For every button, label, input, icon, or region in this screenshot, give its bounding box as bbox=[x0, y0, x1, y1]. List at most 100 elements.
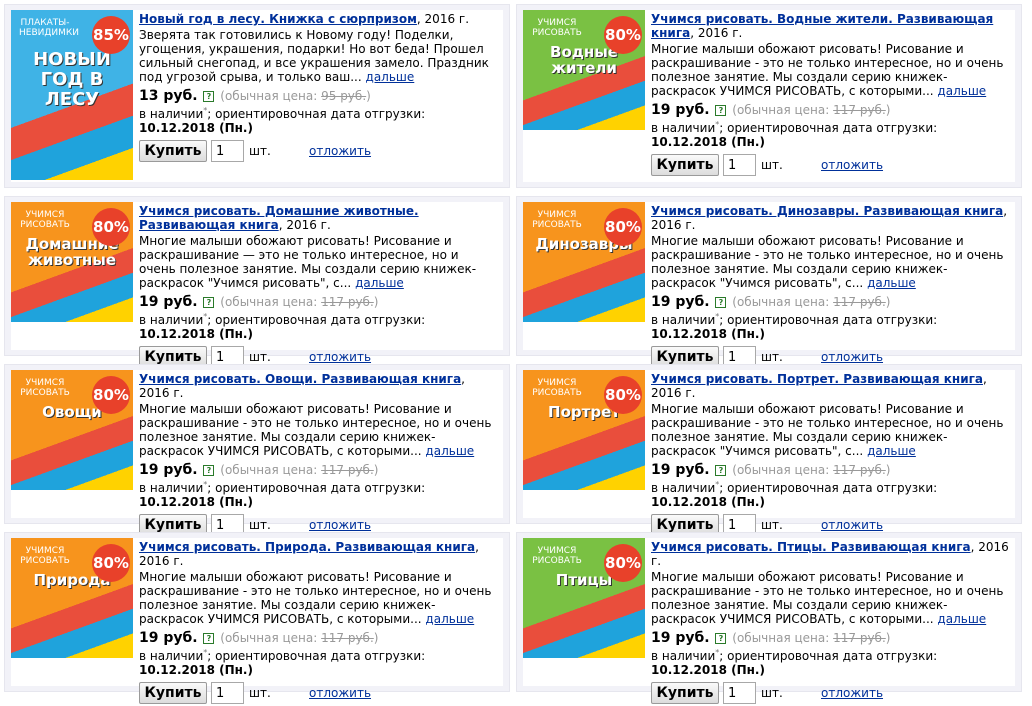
availability: в наличии*; ориентировочная дата отгрузк… bbox=[651, 480, 938, 509]
pcs-label: шт. bbox=[249, 144, 271, 158]
cover-series-label: УЧИМСЯ РИСОВАТЬ bbox=[532, 546, 582, 566]
quantity-input[interactable] bbox=[723, 154, 756, 176]
product-card-8: УЧИМСЯ РИСОВАТЬ Птицы 80% Учимся рисоват… bbox=[516, 532, 1022, 704]
old-price: (обычная цена: 117 руб.) bbox=[220, 463, 379, 477]
product-title-link[interactable]: Учимся рисовать. Овощи. Развивающая книг… bbox=[139, 372, 461, 386]
current-price: 19 руб. bbox=[651, 102, 710, 118]
pcs-label: шт. bbox=[761, 518, 783, 532]
product-description: Зверята так готовились к Новому году! По… bbox=[139, 28, 489, 84]
product-year: , 2016 г. bbox=[278, 218, 331, 232]
buy-button[interactable]: Купить bbox=[651, 682, 719, 704]
more-link[interactable]: дальше bbox=[937, 84, 986, 98]
price-help-icon[interactable]: ? bbox=[203, 465, 215, 476]
book-cover-image[interactable]: УЧИМСЯ РИСОВАТЬ Овощи 80% bbox=[11, 370, 133, 490]
price-help-icon[interactable]: ? bbox=[715, 633, 727, 644]
product-description: Многие малыши обожают рисовать! Рисовани… bbox=[139, 402, 492, 458]
cover-title: НОВЫЙ ГОД В ЛЕСУ bbox=[33, 49, 111, 110]
buy-button[interactable]: Купить bbox=[139, 140, 207, 162]
defer-link[interactable]: отложить bbox=[309, 518, 371, 532]
shipping-date: 10.12.2018 (Пн.) bbox=[139, 121, 253, 135]
availability: в наличии*; ориентировочная дата отгрузк… bbox=[651, 312, 938, 341]
defer-link[interactable]: отложить bbox=[821, 686, 883, 700]
old-price: (обычная цена: 117 руб.) bbox=[732, 631, 891, 645]
shipping-date: 10.12.2018 (Пн.) bbox=[651, 663, 765, 677]
shipping-date: 10.12.2018 (Пн.) bbox=[651, 495, 765, 509]
book-cover-image[interactable]: УЧИМСЯ РИСОВАТЬ Портрет 80% bbox=[523, 370, 645, 490]
more-link[interactable]: дальше bbox=[425, 612, 474, 626]
product-description: Многие малыши обожают рисовать! Рисовани… bbox=[651, 570, 1004, 626]
book-cover-image[interactable]: УЧИМСЯ РИСОВАТЬ Динозавры 80% bbox=[523, 202, 645, 322]
price-help-icon[interactable]: ? bbox=[715, 105, 727, 116]
availability: в наличии*; ориентировочная дата отгрузк… bbox=[139, 106, 426, 135]
product-card-4: УЧИМСЯ РИСОВАТЬ Динозавры 80% Учимся рис… bbox=[516, 196, 1022, 368]
book-cover-image[interactable]: ПЛАКАТЫ-НЕВИДИМКИ НОВЫЙ ГОД В ЛЕСУ 85% bbox=[11, 10, 133, 180]
quantity-input[interactable] bbox=[723, 682, 756, 704]
defer-link[interactable]: отложить bbox=[821, 158, 883, 172]
old-price: (обычная цена: 117 руб.) bbox=[732, 463, 891, 477]
shipping-date: 10.12.2018 (Пн.) bbox=[139, 327, 253, 341]
buy-button[interactable]: Купить bbox=[139, 682, 207, 704]
current-price: 19 руб. bbox=[139, 294, 198, 310]
price-help-icon[interactable]: ? bbox=[203, 297, 215, 308]
product-title-link[interactable]: Учимся рисовать. Портрет. Развивающая кн… bbox=[651, 372, 983, 386]
product-description: Многие малыши обожают рисовать! Рисовани… bbox=[651, 234, 1004, 290]
discount-badge: 85% bbox=[92, 16, 130, 54]
quantity-input[interactable] bbox=[211, 682, 244, 704]
product-year: , 2016 г. bbox=[416, 12, 470, 26]
defer-link[interactable]: отложить bbox=[821, 518, 883, 532]
old-price: (обычная цена: 117 руб.) bbox=[220, 631, 379, 645]
product-card-5: УЧИМСЯ РИСОВАТЬ Овощи 80% Учимся рисоват… bbox=[4, 364, 510, 536]
shipping-date: 10.12.2018 (Пн.) bbox=[139, 663, 253, 677]
current-price: 13 руб. bbox=[139, 88, 198, 104]
product-card-2: УЧИМСЯ РИСОВАТЬ Водные жители 80% Учимся… bbox=[516, 4, 1022, 188]
quantity-input[interactable] bbox=[211, 140, 244, 162]
cover-series-label: УЧИМСЯ РИСОВАТЬ bbox=[20, 546, 70, 566]
more-link[interactable]: дальше bbox=[355, 276, 404, 290]
product-card-1: ПЛАКАТЫ-НЕВИДИМКИ НОВЫЙ ГОД В ЛЕСУ 85% Н… bbox=[4, 4, 510, 188]
product-title-link[interactable]: Новый год в лесу. Книжка с сюрпризом bbox=[139, 12, 417, 26]
product-title-link[interactable]: Учимся рисовать. Динозавры. Развивающая … bbox=[651, 204, 1003, 218]
discount-badge: 80% bbox=[92, 376, 130, 414]
book-cover-image[interactable]: УЧИМСЯ РИСОВАТЬ Водные жители 80% bbox=[523, 10, 645, 130]
price-help-icon[interactable]: ? bbox=[203, 633, 215, 644]
product-title-link[interactable]: Учимся рисовать. Птицы. Развивающая книг… bbox=[651, 540, 971, 554]
book-cover-image[interactable]: УЧИМСЯ РИСОВАТЬ Домашние животные 80% bbox=[11, 202, 133, 322]
pcs-label: шт. bbox=[761, 350, 783, 364]
pcs-label: шт. bbox=[761, 158, 783, 172]
defer-link[interactable]: отложить bbox=[309, 686, 371, 700]
book-cover-image[interactable]: УЧИМСЯ РИСОВАТЬ Природа 80% bbox=[11, 538, 133, 658]
price-help-icon[interactable]: ? bbox=[715, 465, 727, 476]
cover-series-label: УЧИМСЯ РИСОВАТЬ bbox=[20, 378, 70, 398]
defer-link[interactable]: отложить bbox=[309, 144, 371, 158]
discount-badge: 80% bbox=[92, 208, 130, 246]
cover-series-label: УЧИМСЯ РИСОВАТЬ bbox=[532, 210, 582, 230]
price-help-icon[interactable]: ? bbox=[203, 91, 215, 102]
current-price: 19 руб. bbox=[139, 630, 198, 646]
product-description: Многие малыши обожают рисовать! Рисовани… bbox=[651, 402, 1004, 458]
shipping-date: 10.12.2018 (Пн.) bbox=[139, 495, 253, 509]
product-description: Многие малыши обожают рисовать! Рисовани… bbox=[139, 570, 492, 626]
more-link[interactable]: дальше bbox=[425, 444, 474, 458]
product-description: Многие малыши обожают рисовать! Рисовани… bbox=[651, 42, 1004, 98]
pcs-label: шт. bbox=[249, 686, 271, 700]
more-link[interactable]: дальше bbox=[867, 276, 916, 290]
more-link[interactable]: дальше bbox=[867, 444, 916, 458]
current-price: 19 руб. bbox=[651, 462, 710, 478]
book-cover-image[interactable]: УЧИМСЯ РИСОВАТЬ Птицы 80% bbox=[523, 538, 645, 658]
more-link[interactable]: дальше bbox=[366, 70, 415, 84]
discount-badge: 80% bbox=[604, 544, 642, 582]
product-title-link[interactable]: Учимся рисовать. Природа. Развивающая кн… bbox=[139, 540, 475, 554]
old-price: (обычная цена: 117 руб.) bbox=[220, 295, 379, 309]
price-help-icon[interactable]: ? bbox=[715, 297, 727, 308]
pcs-label: шт. bbox=[761, 686, 783, 700]
product-year: , 2016 г. bbox=[690, 26, 743, 40]
pcs-label: шт. bbox=[249, 518, 271, 532]
defer-link[interactable]: отложить bbox=[309, 350, 371, 364]
more-link[interactable]: дальше bbox=[937, 612, 986, 626]
defer-link[interactable]: отложить bbox=[821, 350, 883, 364]
current-price: 19 руб. bbox=[651, 294, 710, 310]
buy-button[interactable]: Купить bbox=[651, 154, 719, 176]
discount-badge: 80% bbox=[92, 544, 130, 582]
availability: в наличии*; ориентировочная дата отгрузк… bbox=[651, 120, 938, 149]
current-price: 19 руб. bbox=[651, 630, 710, 646]
